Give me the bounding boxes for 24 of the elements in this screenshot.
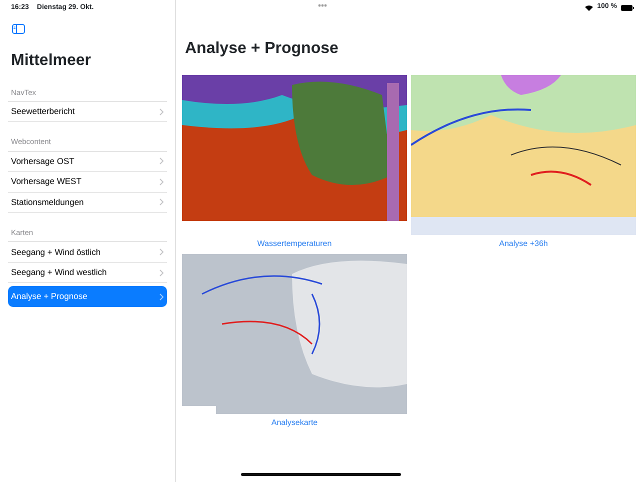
sidebar-item[interactable]: Seegang + Wind östlich (8, 242, 167, 263)
sidebar-toggle-icon[interactable] (12, 24, 25, 34)
chevron-icon (159, 292, 164, 300)
more-dots-icon[interactable] (318, 4, 327, 8)
chevron-icon (159, 108, 164, 116)
chevron-icon (159, 268, 164, 276)
wifi-icon (585, 4, 594, 10)
sidebar-item[interactable]: Vorhersage OST (8, 152, 167, 172)
page-title: Analyse + Prognose (185, 39, 340, 59)
chevron-icon (159, 157, 164, 166)
map-caption[interactable]: Analyse +36h (499, 238, 548, 250)
map-caption[interactable]: Analysekarte (271, 417, 318, 429)
battery-icon (621, 4, 634, 10)
sidebar-item[interactable]: Analyse + Prognose (8, 286, 167, 307)
chevron-icon (159, 248, 164, 256)
sidebar-title: Mittelmeer (11, 50, 92, 70)
sidebar-item[interactable]: Seewetterbericht (8, 102, 167, 122)
sidebar-item[interactable]: Seegang + Wind westlich (8, 262, 167, 284)
map-caption[interactable]: Wassertemperaturen (257, 238, 332, 250)
chevron-icon (159, 178, 164, 186)
weather-map-image[interactable] (182, 75, 407, 235)
chevron-icon (159, 198, 164, 206)
sidebar-item[interactable]: Stationsmeldungen (8, 192, 167, 213)
sidebar-item[interactable]: Vorhersage WEST (8, 172, 167, 192)
